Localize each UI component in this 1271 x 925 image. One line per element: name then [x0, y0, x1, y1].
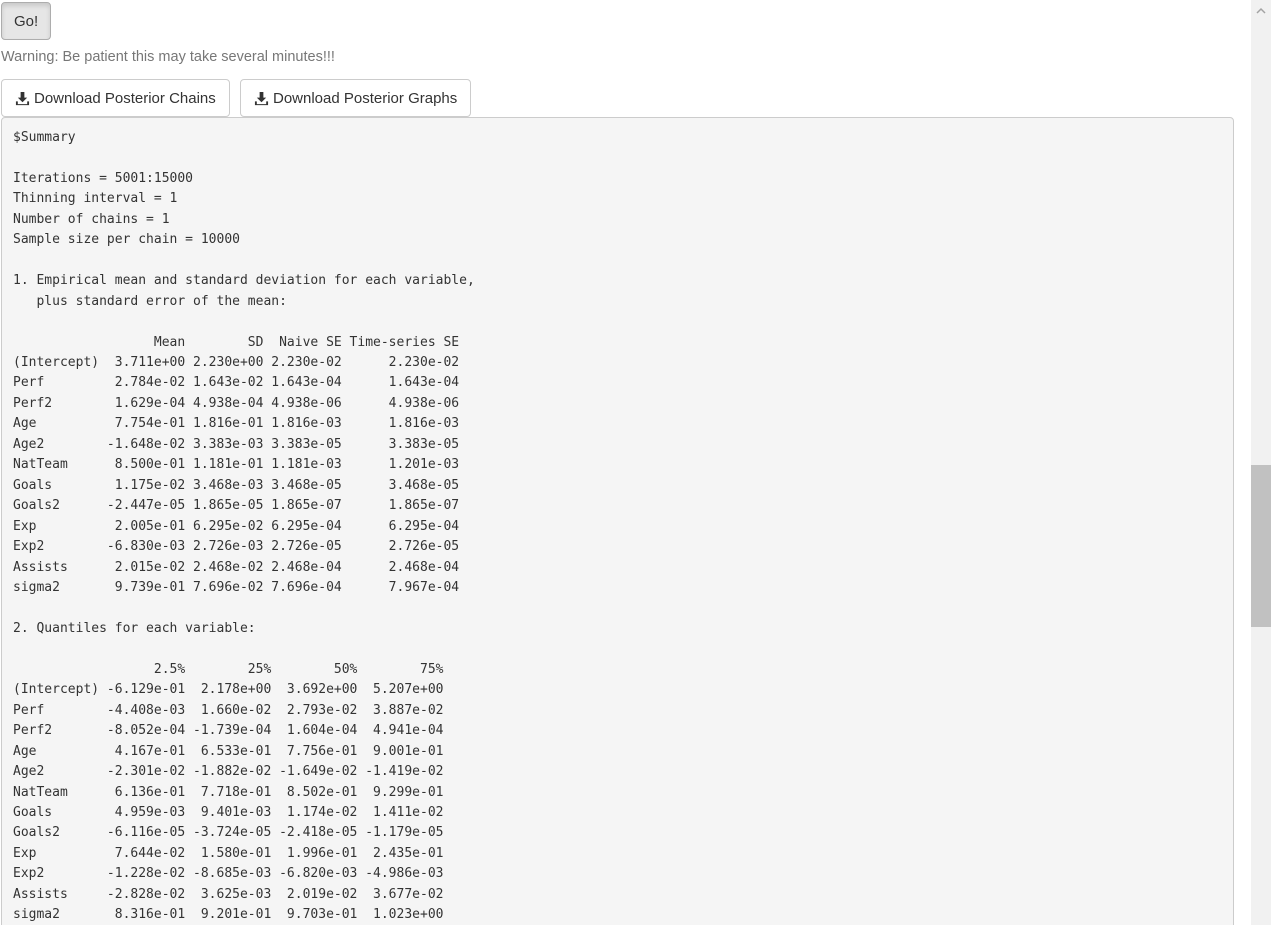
summary-output-panel: $Summary Iterations = 5001:15000 Thinnin… [1, 117, 1234, 925]
download-icon [15, 91, 30, 106]
page: Go! Warning: Be patient this may take se… [0, 0, 1250, 925]
scroll-up-button[interactable] [1251, 0, 1271, 17]
vertical-scrollbar[interactable] [1251, 0, 1271, 925]
download-chains-label: Download Posterior Chains [34, 89, 216, 107]
download-graphs-label: Download Posterior Graphs [273, 89, 458, 107]
download-posterior-chains-button[interactable]: Download Posterior Chains [1, 79, 230, 117]
download-posterior-graphs-button[interactable]: Download Posterior Graphs [240, 79, 472, 117]
chevron-up-icon [1256, 1, 1266, 17]
summary-output-text: $Summary Iterations = 5001:15000 Thinnin… [13, 130, 475, 923]
go-button[interactable]: Go! [1, 2, 52, 40]
warning-text: Warning: Be patient this may take severa… [1, 49, 335, 65]
scrollbar-thumb[interactable] [1251, 465, 1271, 627]
download-icon [254, 91, 269, 106]
